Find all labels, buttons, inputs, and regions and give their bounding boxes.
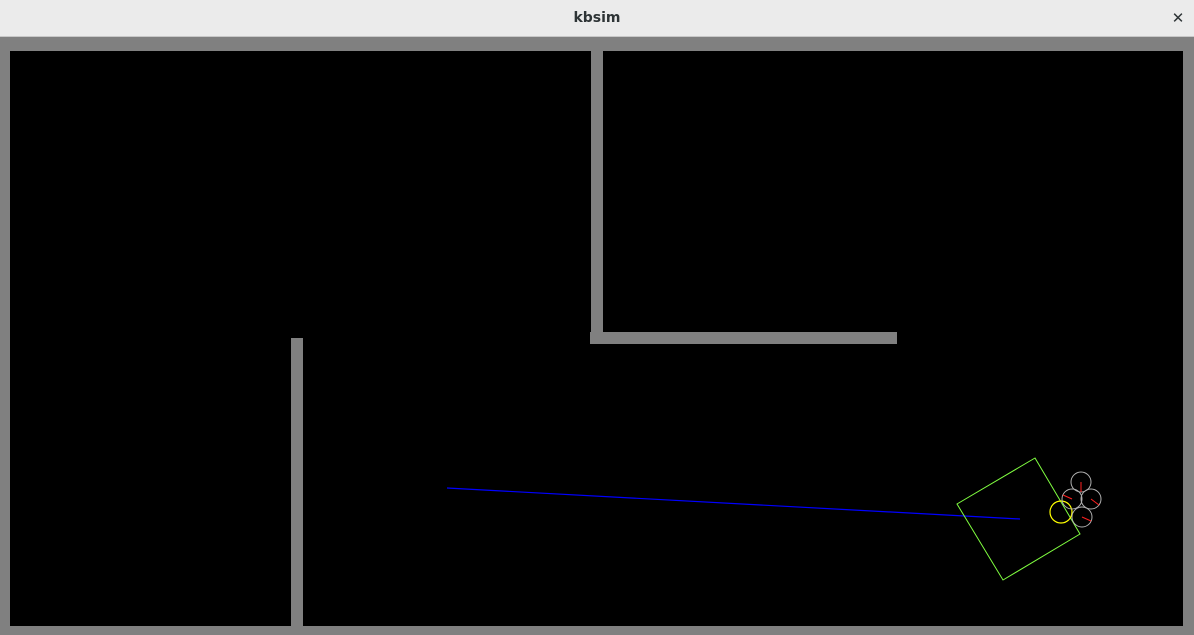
close-icon[interactable]: ✕ — [1168, 8, 1188, 28]
wall-vertical-top — [591, 51, 603, 344]
wall-horizontal-middle — [590, 332, 897, 344]
title-bar[interactable]: kbsim ✕ — [0, 0, 1194, 37]
wall-vertical-bottom — [291, 338, 303, 626]
arena-svg[interactable] — [0, 37, 1194, 635]
window-title: kbsim — [573, 10, 621, 26]
simulation-canvas[interactable] — [0, 37, 1194, 635]
